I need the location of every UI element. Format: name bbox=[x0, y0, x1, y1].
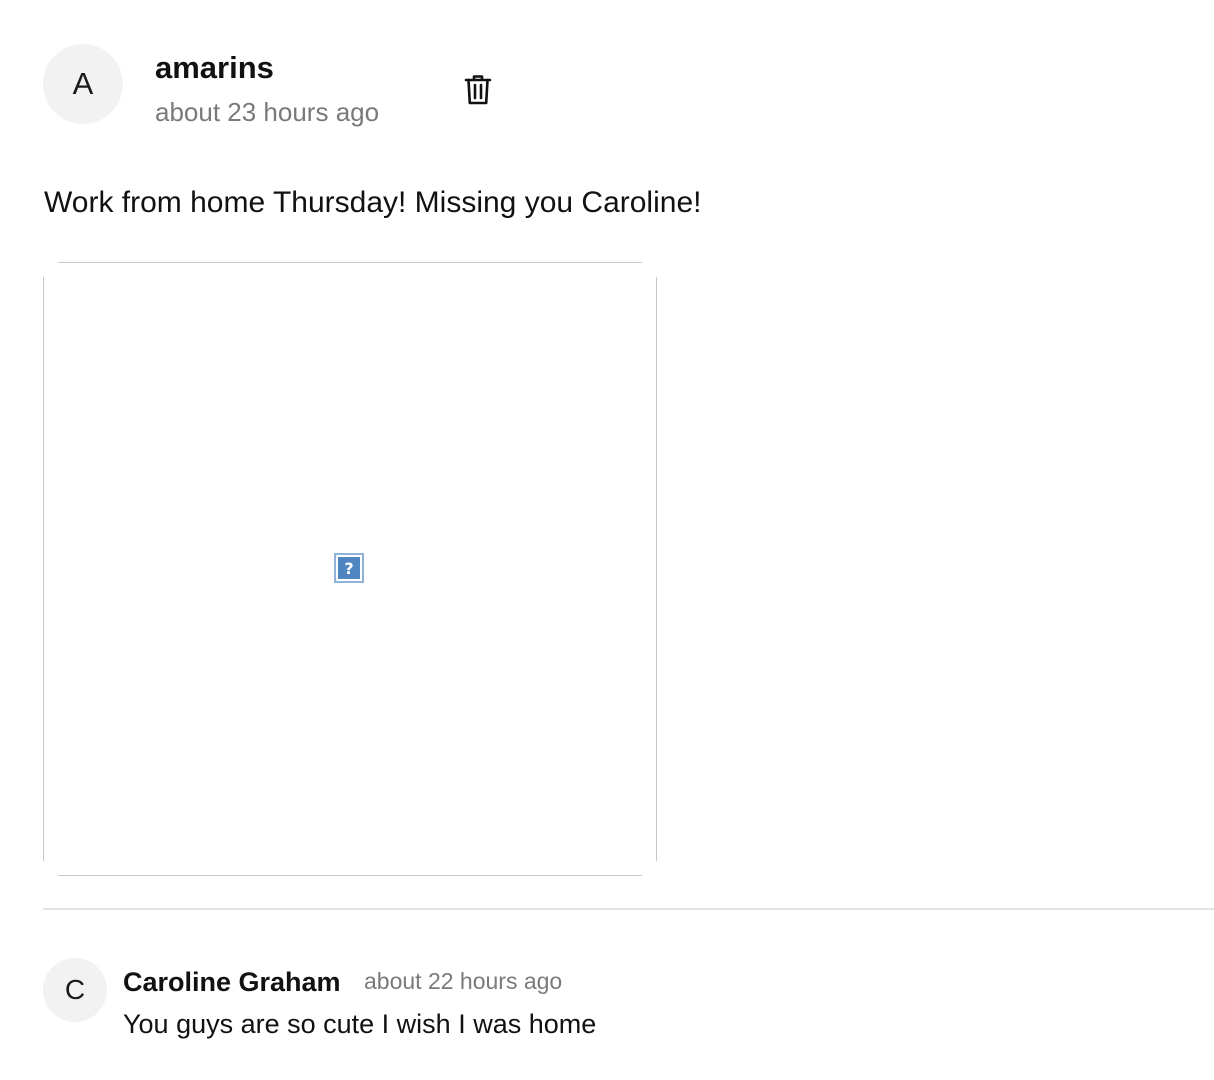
author-avatar[interactable]: A bbox=[43, 44, 123, 124]
post-media[interactable]: ? bbox=[43, 262, 657, 876]
comment-avatar[interactable]: C bbox=[43, 958, 107, 1022]
author-avatar-initial: A bbox=[72, 66, 94, 101]
media-border-bottom bbox=[58, 875, 642, 876]
broken-image-icon: ? bbox=[334, 553, 364, 583]
post-timestamp: about 23 hours ago bbox=[155, 97, 380, 127]
media-border-top bbox=[58, 262, 642, 263]
section-divider bbox=[43, 908, 1214, 910]
post-body-text: Work from home Thursday! Missing you Car… bbox=[44, 186, 702, 219]
author-username[interactable]: amarins bbox=[155, 50, 274, 86]
comment-avatar-initial: C bbox=[64, 974, 86, 1005]
delete-post-button[interactable] bbox=[458, 70, 498, 110]
broken-image-glyph: ? bbox=[338, 557, 360, 579]
media-border-left bbox=[43, 277, 44, 861]
comment-timestamp: about 22 hours ago bbox=[364, 968, 563, 994]
comment-text: You guys are so cute I wish I was home bbox=[123, 1009, 597, 1039]
trash-icon bbox=[464, 75, 492, 105]
post-card: A amarins about 23 hours ago Work from h… bbox=[0, 0, 1214, 1080]
media-border-right bbox=[656, 277, 657, 861]
comment-author[interactable]: Caroline Graham bbox=[123, 967, 341, 998]
